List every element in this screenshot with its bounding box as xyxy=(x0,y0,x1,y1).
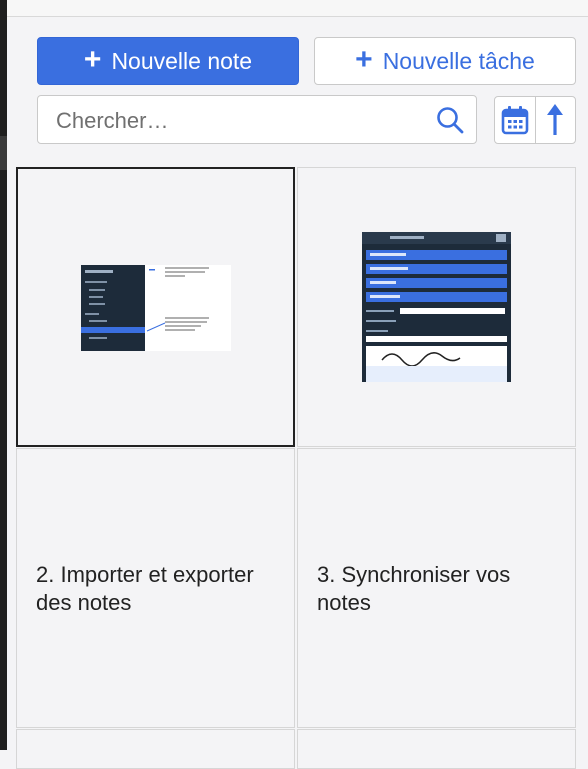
search-icon[interactable] xyxy=(436,106,464,134)
sort-order-button[interactable] xyxy=(534,97,576,143)
note-tile[interactable] xyxy=(297,729,576,769)
window-left-edge-strip xyxy=(0,136,7,170)
new-task-label: Nouvelle tâche xyxy=(382,47,535,74)
arrow-up-icon xyxy=(547,104,564,135)
view-controls xyxy=(494,96,576,144)
new-task-button[interactable]: + Nouvelle tâche xyxy=(314,37,576,85)
note-title: 2. Importer et exporter des notes xyxy=(36,562,254,615)
window-left-edge xyxy=(0,0,7,750)
search-box xyxy=(37,95,477,144)
note-thumbnail-mobile xyxy=(362,232,511,382)
new-note-label: Nouvelle note xyxy=(111,47,253,74)
note-tile[interactable] xyxy=(297,167,576,447)
calendar-icon xyxy=(501,106,529,135)
note-title: 3. Synchroniser vos notes xyxy=(317,562,511,615)
new-note-button[interactable]: + Nouvelle note xyxy=(37,37,299,85)
search-input[interactable] xyxy=(54,106,418,136)
top-divider xyxy=(7,16,588,17)
note-thumbnail-desktop xyxy=(81,265,231,351)
plus-icon: + xyxy=(355,42,373,76)
note-tile[interactable] xyxy=(16,167,295,447)
top-bar-fragment xyxy=(7,0,588,16)
plus-icon: + xyxy=(83,42,102,76)
note-tile[interactable]: 3. Synchroniser vos notes xyxy=(297,448,576,728)
note-tile[interactable]: 2. Importer et exporter des notes xyxy=(16,448,295,728)
note-tile[interactable] xyxy=(16,729,295,769)
calendar-view-button[interactable] xyxy=(495,97,535,143)
